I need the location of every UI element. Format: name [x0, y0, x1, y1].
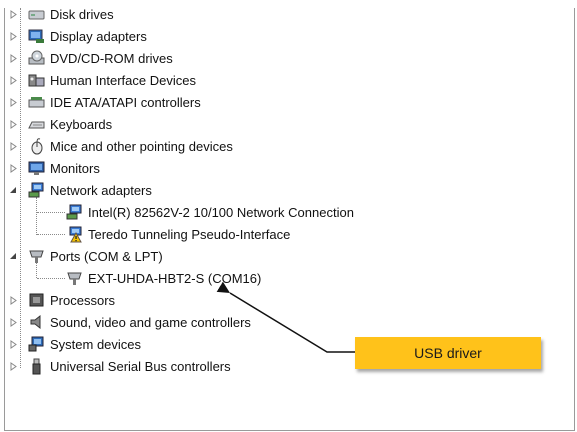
tree-item-label: Keyboards: [50, 116, 113, 132]
tree-item-label: EXT-UHDA-HBT2-S (COM16): [88, 270, 262, 286]
port-icon: [28, 248, 45, 265]
disk-drive-icon: [28, 6, 45, 23]
expand-arrow-icon[interactable]: [8, 9, 18, 19]
tree-item-label: Network adapters: [50, 182, 152, 198]
network-child-connector-2: [37, 234, 65, 235]
system-device-icon: [28, 336, 45, 353]
tree-item-ide-controllers[interactable]: IDE ATA/ATAPI controllers: [28, 91, 201, 113]
tree-item-label: Disk drives: [50, 6, 114, 22]
tree-item-system-devices[interactable]: System devices: [28, 333, 141, 355]
tree-item-label: Sound, video and game controllers: [50, 314, 251, 330]
expand-arrow-icon[interactable]: [8, 97, 18, 107]
ide-controller-icon: [28, 94, 45, 111]
tree-root-line: [20, 8, 21, 368]
network-warning-icon: [66, 226, 83, 243]
ports-child-connector: [37, 278, 65, 279]
usb-icon: [28, 358, 45, 375]
tree-item-processors[interactable]: Processors: [28, 289, 115, 311]
network-adapter-icon: [66, 204, 83, 221]
expand-arrow-icon[interactable]: [8, 75, 18, 85]
expand-arrow-icon[interactable]: [8, 31, 18, 41]
tree-item-teredo-interface[interactable]: Teredo Tunneling Pseudo-Interface: [66, 223, 290, 245]
tree-item-mice[interactable]: Mice and other pointing devices: [28, 135, 233, 157]
tree-item-label: DVD/CD-ROM drives: [50, 50, 173, 66]
tree-item-display-adapters[interactable]: Display adapters: [28, 25, 147, 47]
tree-item-usb-controllers[interactable]: Universal Serial Bus controllers: [28, 355, 231, 377]
port-icon: [66, 270, 83, 287]
expand-arrow-icon[interactable]: [8, 163, 18, 173]
tree-item-label: IDE ATA/ATAPI controllers: [50, 94, 201, 110]
tree-item-ports[interactable]: Ports (COM & LPT): [28, 245, 163, 267]
tree-item-monitors[interactable]: Monitors: [28, 157, 100, 179]
expand-arrow-icon[interactable]: [8, 53, 18, 63]
keyboard-icon: [28, 116, 45, 133]
expand-arrow-icon[interactable]: [8, 361, 18, 371]
expand-arrow-icon[interactable]: [8, 141, 18, 151]
dvd-drive-icon: [28, 50, 45, 67]
tree-item-label: Teredo Tunneling Pseudo-Interface: [88, 226, 291, 242]
tree-item-human-interface-devices[interactable]: Human Interface Devices: [28, 69, 196, 91]
expand-arrow-icon[interactable]: [8, 317, 18, 327]
expand-arrow-icon[interactable]: [8, 295, 18, 305]
mouse-icon: [28, 137, 45, 155]
tree-item-label: Processors: [50, 292, 116, 308]
expand-arrow-icon[interactable]: [8, 119, 18, 129]
sound-icon: [28, 314, 45, 331]
hid-icon: [28, 72, 45, 89]
tree-item-dvd-drives[interactable]: DVD/CD-ROM drives: [28, 47, 173, 69]
network-child-connector-1: [37, 212, 65, 213]
processor-icon: [28, 292, 45, 309]
collapse-arrow-icon[interactable]: [8, 251, 18, 261]
tree-item-label: Ports (COM & LPT): [50, 248, 163, 264]
tree-item-intel-network-connection[interactable]: Intel(R) 82562V-2 10/100 Network Connect…: [66, 201, 354, 223]
tree-item-label: Display adapters: [50, 28, 147, 44]
monitor-icon: [28, 160, 45, 177]
tree-item-label: Mice and other pointing devices: [50, 138, 233, 154]
usb-driver-callout: USB driver: [355, 337, 541, 369]
tree-item-sound-controllers[interactable]: Sound, video and game controllers: [28, 311, 251, 333]
network-branch-line: [36, 197, 37, 235]
tree-item-label: Intel(R) 82562V-2 10/100 Network Connect…: [88, 204, 354, 220]
tree-item-label: Monitors: [50, 160, 100, 176]
collapse-arrow-icon[interactable]: [8, 185, 18, 195]
tree-item-label: Universal Serial Bus controllers: [50, 358, 231, 374]
callout-label: USB driver: [414, 345, 482, 361]
tree-item-label: Human Interface Devices: [50, 72, 196, 88]
expand-arrow-icon[interactable]: [8, 339, 18, 349]
tree-item-ext-uhda-hbt2-s[interactable]: EXT-UHDA-HBT2-S (COM16): [66, 267, 261, 289]
tree-item-label: System devices: [50, 336, 142, 352]
tree-item-network-adapters[interactable]: Network adapters: [28, 179, 152, 201]
tree-item-keyboards[interactable]: Keyboards: [28, 113, 112, 135]
display-adapter-icon: [28, 28, 45, 45]
tree-item-disk-drives[interactable]: Disk drives: [28, 3, 114, 25]
network-adapter-icon: [28, 182, 45, 199]
